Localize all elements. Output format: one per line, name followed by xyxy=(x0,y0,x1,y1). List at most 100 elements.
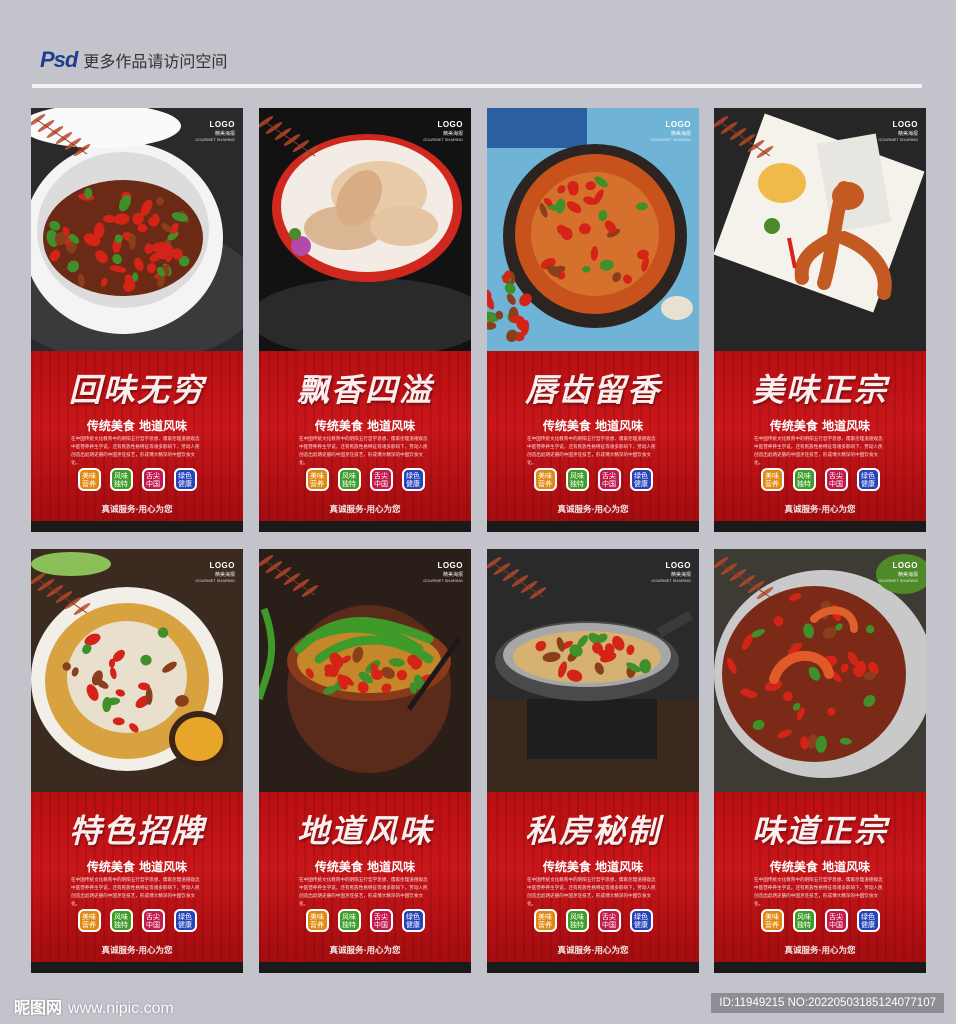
poster-title: 味道正宗 xyxy=(751,812,888,850)
poster-title: 唇齿留香 xyxy=(524,371,661,409)
badge-row: 美味营养 风味独特 舌尖中国 绿色健康 xyxy=(31,468,243,491)
logo-text: LOGO xyxy=(892,561,918,570)
poster-footer: 真诚服务·用心为您 xyxy=(101,946,173,956)
badge: 舌尖中国 xyxy=(369,909,393,932)
poster-card[interactable]: LOGO 精美海报 GOURMET SHARING 回味无穷 传统美食 地道风味… xyxy=(31,108,243,532)
badge: 风味独特 xyxy=(109,468,133,491)
bottom-strip xyxy=(31,962,243,973)
badge: 舌尖中国 xyxy=(824,909,848,932)
red-panel: 美味正宗 传统美食 地道风味 在中国传统文化教育中的阴阳五行哲学思想、儒家伦理道… xyxy=(714,351,926,521)
poster-body-text: 在中国传统文化教育中的阴阳五行哲学思想、儒家伦理道德观念中医营养养生学说，还有民… xyxy=(754,878,883,907)
poster-card[interactable]: LOGO 精美海报 GOURMET SHARING 私房秘制 传统美食 地道风味… xyxy=(487,549,699,973)
badge: 绿色健康 xyxy=(856,468,880,491)
bottom-strip xyxy=(487,962,699,973)
badge-row: 美味营养 风味独特 舌尖中国 绿色健康 xyxy=(259,468,471,491)
bottom-strip xyxy=(714,521,926,532)
dish-illustration xyxy=(31,549,243,792)
poster-subtitle: 传统美食 地道风味 xyxy=(769,860,871,874)
badge: 风味独特 xyxy=(792,468,816,491)
badge: 风味独特 xyxy=(565,909,589,932)
logo-cn: 精美海报 xyxy=(214,131,235,137)
dish-illustration xyxy=(714,108,926,351)
watermark-id: ID:11949215 NO:20220503185124077107 xyxy=(711,993,944,1013)
dish-illustration xyxy=(714,549,926,792)
poster-card[interactable]: LOGO 精美海报 GOURMET SHARING 美味正宗 传统美食 地道风味… xyxy=(714,108,926,532)
poster-footer: 真诚服务·用心为您 xyxy=(557,505,629,515)
bottom-strip xyxy=(31,521,243,532)
badge-row: 美味营养 风味独特 舌尖中国 绿色健康 xyxy=(259,909,471,932)
header: Psd 更多作品请访问空间 xyxy=(40,46,227,74)
logo-text: LOGO xyxy=(892,120,918,129)
poster-title: 地道风味 xyxy=(296,812,433,850)
red-panel: 私房秘制 传统美食 地道风味 在中国传统文化教育中的阴阳五行哲学思想、儒家伦理道… xyxy=(487,792,699,962)
poster-card[interactable]: LOGO 精美海报 GOURMET SHARING 特色招牌 传统美食 地道风味… xyxy=(31,549,243,973)
logo: LOGO 精美海报 GOURMET SHARING xyxy=(423,561,463,583)
header-divider xyxy=(32,84,922,88)
poster-card[interactable]: LOGO 精美海报 GOURMET SHARING 唇齿留香 传统美食 地道风味… xyxy=(487,108,699,532)
logo-en: GOURMET SHARING xyxy=(651,137,691,142)
poster-body-text: 在中国传统文化教育中的阴阳五行哲学思想、儒家伦理道德观念中医营养养生学说，还有民… xyxy=(527,437,656,466)
poster-subtitle: 传统美食 地道风味 xyxy=(769,419,871,433)
badge: 美味营养 xyxy=(533,909,557,932)
psd-icon: Psd xyxy=(40,47,78,72)
badge: 绿色健康 xyxy=(401,468,425,491)
poster-card[interactable]: LOGO 精美海报 GOURMET SHARING 飘香四溢 传统美食 地道风味… xyxy=(259,108,471,532)
badge: 绿色健康 xyxy=(173,909,197,932)
logo-en: GOURMET SHARING xyxy=(651,578,691,583)
logo: LOGO 精美海报 GOURMET SHARING xyxy=(878,120,918,142)
logo: LOGO 精美海报 GOURMET SHARING xyxy=(878,561,918,583)
dish-illustration xyxy=(259,549,471,792)
poster-card[interactable]: LOGO 精美海报 GOURMET SHARING 味道正宗 传统美食 地道风味… xyxy=(714,549,926,973)
badge: 美味营养 xyxy=(760,909,784,932)
logo-cn: 精美海报 xyxy=(670,131,691,137)
badge: 美味营养 xyxy=(760,468,784,491)
red-panel: 回味无穷 传统美食 地道风味 在中国传统文化教育中的阴阳五行哲学思想、儒家伦理道… xyxy=(31,351,243,521)
badge: 风味独特 xyxy=(337,909,361,932)
logo-text: LOGO xyxy=(665,120,691,129)
badge: 绿色健康 xyxy=(401,909,425,932)
dish-photo: LOGO 精美海报 GOURMET SHARING xyxy=(487,108,699,351)
badge: 舌尖中国 xyxy=(597,468,621,491)
poster-footer: 真诚服务·用心为您 xyxy=(557,946,629,956)
poster-title: 美味正宗 xyxy=(751,371,888,409)
logo-cn: 精美海报 xyxy=(670,572,691,578)
poster-body-text: 在中国传统文化教育中的阴阳五行哲学思想、儒家伦理道德观念中医营养养生学说，还有民… xyxy=(71,878,200,907)
logo-text: LOGO xyxy=(437,561,463,570)
watermark-url[interactable]: www.nipic.com xyxy=(68,1000,174,1017)
red-panel: 飘香四溢 传统美食 地道风味 在中国传统文化教育中的阴阳五行哲学思想、儒家伦理道… xyxy=(259,351,471,521)
logo-en: GOURMET SHARING xyxy=(195,578,235,583)
red-panel: 地道风味 传统美食 地道风味 在中国传统文化教育中的阴阳五行哲学思想、儒家伦理道… xyxy=(259,792,471,962)
logo-en: GOURMET SHARING xyxy=(878,137,918,142)
poster-subtitle: 传统美食 地道风味 xyxy=(86,419,188,433)
logo-cn: 精美海报 xyxy=(442,131,463,137)
logo: LOGO 精美海报 GOURMET SHARING xyxy=(651,561,691,583)
poster-body-text: 在中国传统文化教育中的阴阳五行哲学思想、儒家伦理道德观念中医营养养生学说，还有民… xyxy=(527,878,656,907)
logo-text: LOGO xyxy=(437,120,463,129)
badge: 美味营养 xyxy=(533,468,557,491)
header-text[interactable]: 更多作品请访问空间 xyxy=(83,48,227,72)
red-panel: 味道正宗 传统美食 地道风味 在中国传统文化教育中的阴阳五行哲学思想、儒家伦理道… xyxy=(714,792,926,962)
red-panel: 唇齿留香 传统美食 地道风味 在中国传统文化教育中的阴阳五行哲学思想、儒家伦理道… xyxy=(487,351,699,521)
badge: 舌尖中国 xyxy=(141,909,165,932)
badge: 绿色健康 xyxy=(856,909,880,932)
poster-card[interactable]: LOGO 精美海报 GOURMET SHARING 地道风味 传统美食 地道风味… xyxy=(259,549,471,973)
bottom-strip xyxy=(259,962,471,973)
poster-title: 私房秘制 xyxy=(524,812,661,850)
badge-row: 美味营养 风味独特 舌尖中国 绿色健康 xyxy=(31,909,243,932)
logo: LOGO 精美海报 GOURMET SHARING xyxy=(423,120,463,142)
bottom-strip xyxy=(487,521,699,532)
badge: 舌尖中国 xyxy=(141,468,165,491)
logo-en: GOURMET SHARING xyxy=(423,578,463,583)
dish-illustration xyxy=(259,108,471,351)
poster-footer: 真诚服务·用心为您 xyxy=(784,946,856,956)
poster-title: 特色招牌 xyxy=(68,812,205,850)
dish-photo: LOGO 精美海报 GOURMET SHARING xyxy=(487,549,699,792)
logo: LOGO 精美海报 GOURMET SHARING xyxy=(195,120,235,142)
poster-footer: 真诚服务·用心为您 xyxy=(329,946,401,956)
poster-title: 飘香四溢 xyxy=(296,371,433,409)
poster-subtitle: 传统美食 地道风味 xyxy=(314,419,416,433)
badge: 舌尖中国 xyxy=(824,468,848,491)
poster-body-text: 在中国传统文化教育中的阴阳五行哲学思想、儒家伦理道德观念中医营养养生学说，还有民… xyxy=(754,437,883,466)
badge: 绿色健康 xyxy=(173,468,197,491)
watermark-brand-name: 昵图网 xyxy=(14,998,63,1017)
